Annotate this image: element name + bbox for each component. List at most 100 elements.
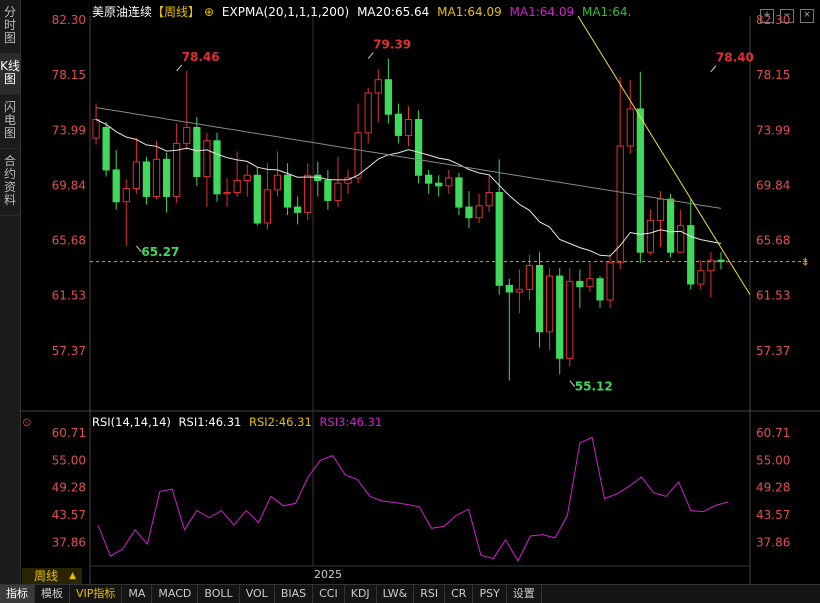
- rsi-y-tick-left: 49.28: [52, 481, 86, 495]
- rsi-name: RSI(14,14,14): [92, 415, 171, 429]
- candle-body: [687, 225, 695, 285]
- y-tick-right: 73.99: [756, 123, 790, 137]
- candle-body: [263, 189, 272, 224]
- tab-vol[interactable]: VOL: [240, 585, 275, 603]
- ema20-line: [95, 119, 722, 257]
- instrument-title: 美原油连续: [92, 5, 153, 19]
- expma-label: EXPMA(20,1,1,1,200): [221, 5, 350, 19]
- candle-body: [435, 182, 443, 187]
- candle-body: [394, 113, 403, 136]
- candle-body: [344, 177, 352, 184]
- candle-body: [384, 79, 392, 115]
- tab-settings[interactable]: 设置: [507, 585, 542, 603]
- rsi-y-tick-right: 55.00: [756, 453, 790, 467]
- candle-body: [193, 126, 201, 178]
- candle-body: [596, 278, 604, 301]
- ma1-green-value: MA1:64.: [581, 5, 632, 19]
- candle-body: [455, 177, 463, 208]
- annotation-pointer: [710, 65, 717, 73]
- rsi-y-tick-right: 43.57: [756, 508, 790, 522]
- sidebar-tab-timeshare[interactable]: 分时图: [0, 0, 20, 54]
- indicator-tabbar: 指标 模板 VIP指标 MA MACD BOLL VOL BIAS CCI KD…: [0, 584, 820, 603]
- candle-body: [314, 174, 322, 182]
- candle-body: [253, 174, 261, 224]
- rsi3-value: RSI3:46.31: [319, 415, 383, 429]
- candle-body: [162, 158, 171, 197]
- tab-templates[interactable]: 模板: [35, 585, 70, 603]
- candle-body: [243, 174, 251, 182]
- settings-icon[interactable]: ⊕: [204, 5, 214, 19]
- candle-body: [707, 259, 715, 272]
- candle-body: [465, 206, 473, 219]
- tab-rsi[interactable]: RSI: [414, 585, 446, 603]
- y-tick-left: 57.37: [52, 344, 86, 358]
- candle-body: [626, 108, 634, 147]
- candle-body: [525, 264, 534, 290]
- tab-boll[interactable]: BOLL: [198, 585, 240, 603]
- tab-ma[interactable]: MA: [122, 585, 153, 603]
- candle-body: [102, 126, 110, 171]
- triangle-up-icon: ▲: [69, 571, 76, 581]
- candle-body: [233, 180, 241, 193]
- tab-cci[interactable]: CCI: [313, 585, 345, 603]
- rsi-y-tick-left: 37.86: [52, 535, 86, 549]
- candle-body: [414, 119, 423, 176]
- y-tick-left: 78.15: [52, 68, 86, 82]
- candle-body: [656, 198, 665, 221]
- annotation-pointer: [569, 380, 576, 387]
- tab-psy[interactable]: PSY: [473, 585, 507, 603]
- candle-body: [556, 275, 564, 359]
- rsi-settings-icon[interactable]: ⊙: [22, 415, 32, 429]
- year-axis-label: 2025: [314, 568, 342, 581]
- candle-body: [606, 262, 614, 301]
- sidebar-tab-flash[interactable]: 闪电图: [0, 95, 20, 149]
- tab-kdj[interactable]: KDJ: [345, 585, 377, 603]
- sidebar-tab-contract-info[interactable]: 合约资料: [0, 149, 20, 216]
- candle-body: [152, 158, 161, 197]
- sidebar-tab-kline[interactable]: K线图: [0, 54, 20, 95]
- minimize-button[interactable]: −: [780, 9, 794, 23]
- candlestick-chart[interactable]: ⇟ 82.30 82.3078.15 78.1573.99 73.9969.84 69.…: [0, 0, 820, 602]
- candle-body: [374, 79, 382, 94]
- view-switcher-sidebar: 分时图 K线图 闪电图 合约资料: [0, 0, 21, 584]
- candle-body: [142, 161, 151, 197]
- y-tick-right: 61.53: [756, 289, 790, 303]
- candle-body: [364, 92, 372, 134]
- annotation-pointer: [367, 52, 374, 59]
- candle-body: [616, 145, 624, 264]
- y-tick-right: 57.37: [756, 344, 790, 358]
- period-selector[interactable]: 周线 ▲: [22, 568, 82, 584]
- candle-body: [223, 191, 231, 195]
- y-tick-left: 61.53: [52, 289, 86, 303]
- y-tick-left: 82.30: [52, 13, 86, 27]
- close-button[interactable]: ×: [800, 9, 814, 23]
- annotation-label: 65.27: [141, 245, 179, 259]
- tab-cr[interactable]: CR: [445, 585, 474, 603]
- tab-vip-indicators[interactable]: VIP指标: [70, 585, 123, 603]
- candle-body: [112, 169, 120, 203]
- candle-body: [92, 119, 100, 139]
- candle-body: [354, 132, 362, 179]
- annotation-label: 78.46: [182, 50, 220, 64]
- y-tick-right: 69.84: [756, 178, 790, 192]
- candle-body: [425, 174, 433, 184]
- ma1-magenta-value: MA1:64.09: [509, 5, 575, 19]
- tab-indicators[interactable]: 指标: [0, 585, 35, 603]
- candle-body: [666, 198, 675, 253]
- candle-body: [324, 180, 332, 201]
- tab-macd[interactable]: MACD: [152, 585, 199, 603]
- tab-lw[interactable]: LW&: [377, 585, 415, 603]
- candle-body: [636, 108, 644, 253]
- candle-body: [717, 259, 725, 263]
- y-tick-left: 69.84: [52, 178, 86, 192]
- tab-bias[interactable]: BIAS: [275, 585, 314, 603]
- period-label: 【周线】: [152, 5, 201, 19]
- candle-body: [677, 225, 685, 253]
- y-tick-left: 73.99: [52, 123, 86, 137]
- rsi-header: ⊙ RSI(14,14,14) RSI1:46.31 RSI2:46.31 RS…: [22, 415, 386, 429]
- y-tick-right: 65.68: [756, 234, 790, 248]
- last-price-marker: ⇟: [801, 256, 810, 269]
- rsi-line: [97, 436, 729, 562]
- candle-body: [515, 288, 524, 293]
- expand-button[interactable]: +: [760, 9, 774, 23]
